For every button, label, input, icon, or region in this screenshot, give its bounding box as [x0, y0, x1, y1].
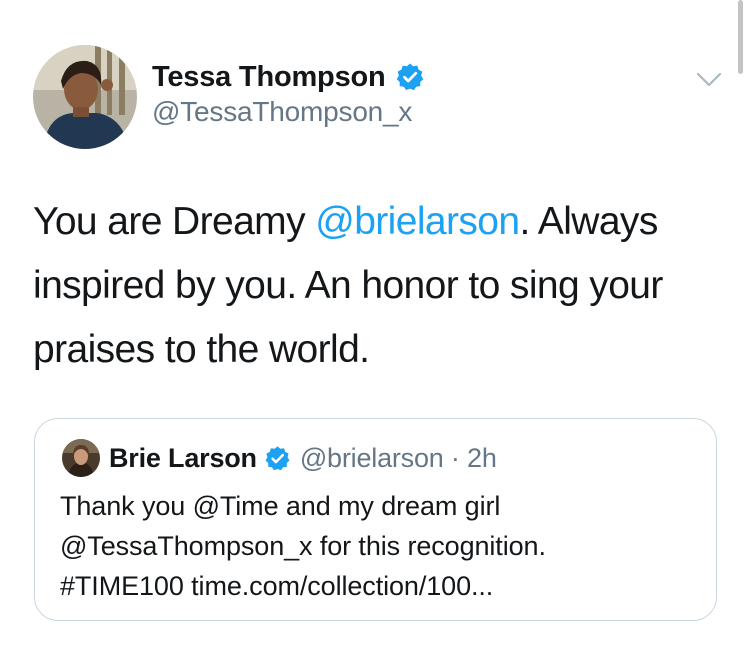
verified-badge-icon [395, 62, 425, 92]
quoted-text-line: Thank you @Time and my dream girl [60, 491, 501, 521]
chevron-down-icon[interactable] [693, 63, 725, 95]
quoted-text-line: #TIME100 time.com/collection/100... [60, 571, 494, 601]
quoted-author-row: Brie Larson @brielarson · 2h [109, 439, 497, 477]
tweet-text: You are Dreamy @brielarson. Always inspi… [33, 190, 723, 382]
mention-link[interactable]: @brielarson [315, 200, 520, 243]
quoted-text-line: @TessaThompson_x for this recognition. [60, 531, 546, 561]
tweet-text-part: You are Dreamy [33, 200, 316, 243]
quoted-handle-time: @brielarson · 2h [299, 442, 497, 473]
quoted-tweet-text: Thank you @Time and my dream girl @Tessa… [60, 486, 700, 606]
author-display-name[interactable]: Tessa Thompson [152, 61, 386, 94]
quoted-author-avatar[interactable] [62, 439, 100, 477]
quoted-tweet-card[interactable]: Brie Larson @brielarson · 2h Thank you @… [34, 418, 717, 621]
scrollbar[interactable] [738, 0, 743, 74]
quoted-display-name[interactable]: Brie Larson [109, 443, 257, 474]
author-handle[interactable]: @TessaThompson_x [152, 96, 412, 128]
author-avatar[interactable] [33, 45, 137, 149]
author-name-row: Tessa Thompson [152, 58, 425, 96]
verified-badge-icon [264, 445, 291, 472]
